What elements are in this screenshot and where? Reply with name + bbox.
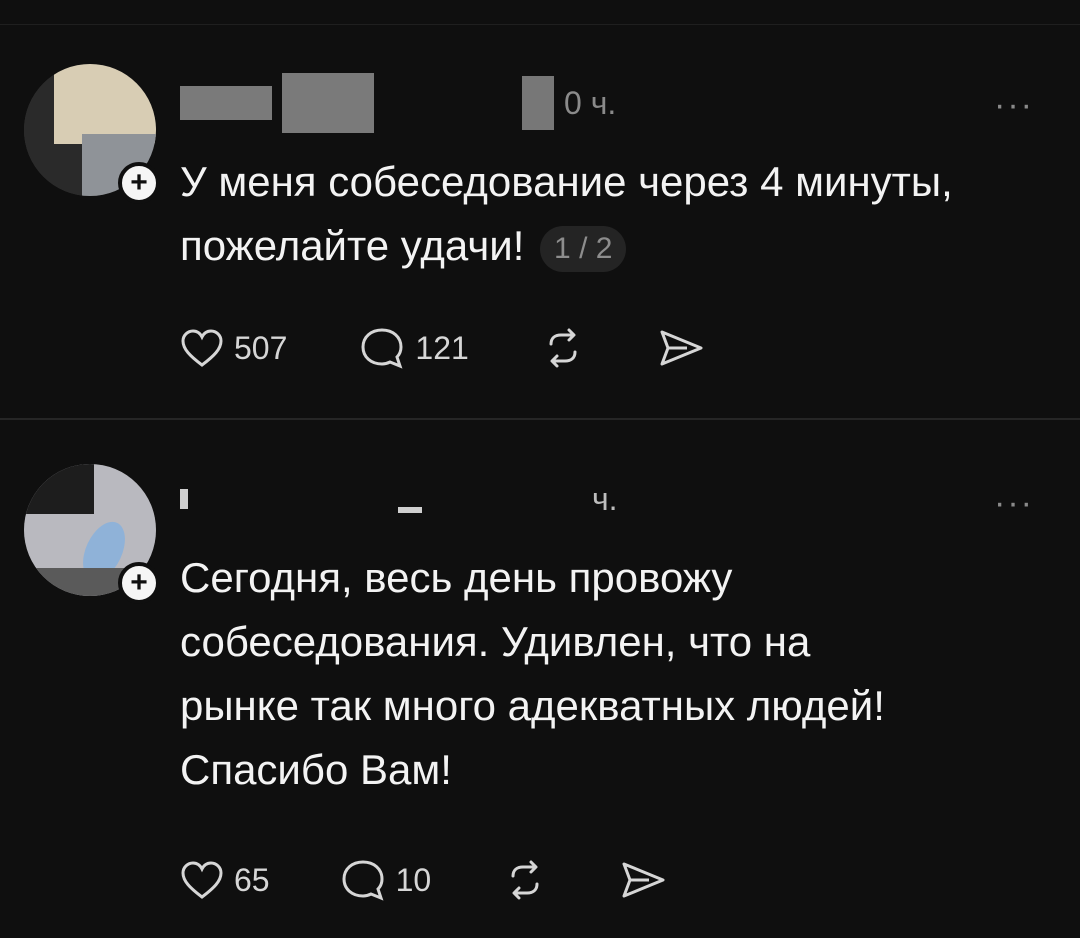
- comment-icon: [361, 328, 403, 369]
- comment-count: 10: [395, 861, 432, 898]
- heart-icon: [181, 861, 223, 899]
- post-time: ч.: [592, 480, 618, 517]
- more-options-icon[interactable]: ···: [994, 88, 1034, 122]
- comment-icon: [342, 860, 384, 901]
- author-name-redacted[interactable]: [180, 86, 272, 120]
- heart-icon: [181, 329, 223, 367]
- like-count: 507: [234, 329, 288, 366]
- post-actions: 65 10: [180, 854, 739, 906]
- post-1: + 0 ч. ··· У меня собеседование через 4 …: [0, 0, 1080, 418]
- author-row: 0 ч.: [180, 73, 617, 133]
- repost-button[interactable]: [541, 326, 585, 370]
- share-icon: [660, 330, 703, 366]
- post-text: Сегодня, весь день провожу собеседования…: [180, 554, 885, 793]
- author-row: ч.: [180, 476, 618, 522]
- comment-button[interactable]: 10: [340, 858, 432, 902]
- post-time: 0 ч.: [564, 84, 617, 121]
- more-options-icon[interactable]: ···: [994, 486, 1034, 520]
- redaction-block: [282, 73, 374, 133]
- comment-count: 121: [415, 329, 469, 366]
- redaction-block: [522, 76, 554, 130]
- redaction-block: [398, 507, 422, 513]
- share-button[interactable]: [619, 860, 667, 900]
- like-count: 65: [234, 861, 270, 898]
- like-button[interactable]: 507: [180, 328, 287, 368]
- post-text: У меня собеседование через 4 минуты, пож…: [180, 150, 1040, 278]
- share-icon: [622, 862, 665, 898]
- repost-button[interactable]: [503, 858, 547, 902]
- post-2: + ч. ··· Сегодня, весь день провожу собе…: [0, 420, 1080, 938]
- follow-plus-icon[interactable]: +: [118, 562, 160, 604]
- post-actions: 507 121: [180, 322, 777, 374]
- repost-icon: [549, 328, 577, 368]
- like-button[interactable]: 65: [180, 860, 270, 900]
- page-indicator: 1 / 2: [540, 225, 627, 272]
- comment-button[interactable]: 121: [359, 326, 469, 370]
- share-button[interactable]: [657, 328, 705, 368]
- repost-icon: [511, 860, 539, 900]
- author-name-redacted[interactable]: [180, 489, 188, 509]
- follow-plus-icon[interactable]: +: [118, 162, 160, 204]
